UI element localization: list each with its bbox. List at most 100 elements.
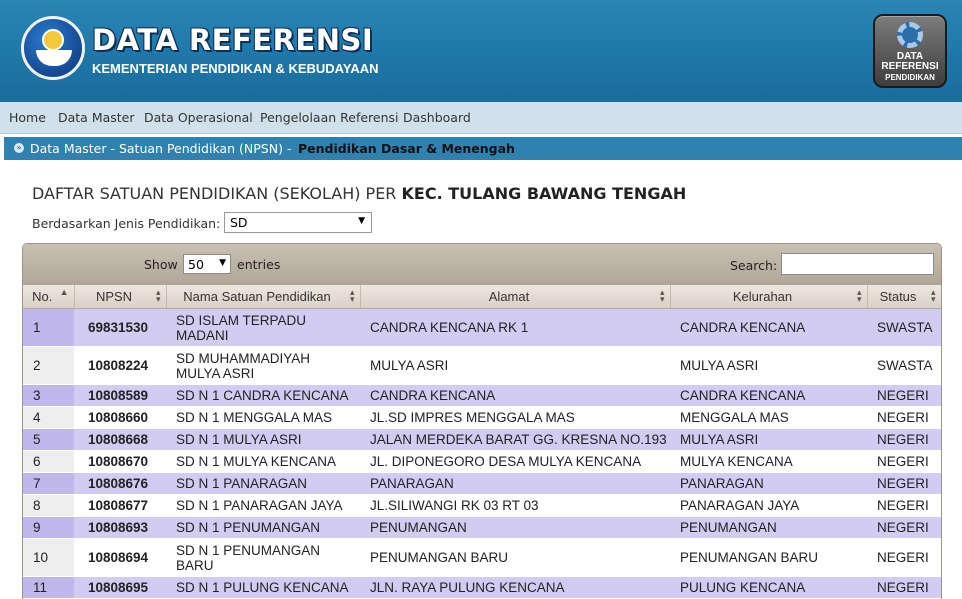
sort-both-icon: ▴ ▾ [155, 287, 161, 304]
table-row[interactable]: 10 10808694 SD N 1 PENUMANGAN BARU PENUM… [23, 538, 941, 577]
table-row[interactable]: 5 10808668 SD N 1 MULYA ASRI JALAN MERDE… [23, 428, 941, 451]
nav-home[interactable]: Home [9, 110, 46, 125]
cell-kelurahan: MULYA KENCANA [670, 450, 867, 473]
cell-status: NEGERI [867, 428, 941, 451]
table-row[interactable]: 3 10808589 SD N 1 CANDRA KENCANA CANDRA … [23, 384, 941, 407]
cell-kelurahan: PULUNG KENCANA [670, 576, 867, 599]
cell-npsn: 10808676 [74, 472, 166, 495]
cell-status: SWASTA [867, 346, 941, 385]
site-subtitle: KEMENTERIAN PENDIDIKAN & KEBUDAYAAN [92, 61, 379, 76]
page-title: DAFTAR SATUAN PENDIDIKAN (SEKOLAH) PER K… [32, 184, 686, 203]
cell-kelurahan: MULYA ASRI [670, 428, 867, 451]
column-header-npsn[interactable]: NPSN ▴ ▾ [74, 285, 167, 309]
cell-no: 9 [23, 516, 74, 539]
cell-nama: SD N 1 PULUNG KENCANA [166, 576, 360, 599]
cell-kelurahan: PANARAGAN JAYA [670, 494, 867, 517]
breadcrumb-current: Pendidikan Dasar & Menengah [298, 141, 515, 156]
sort-both-icon: ▴ ▾ [349, 287, 355, 304]
cell-kelurahan: PANARAGAN [670, 472, 867, 495]
table-row[interactable]: 11 10808695 SD N 1 PULUNG KENCANA JLN. R… [23, 576, 941, 599]
cell-no: 6 [23, 450, 74, 473]
schools-datatable: Show 50 ▼ entries Search: No. ▲ NPSN ▴ ▾ Na… [22, 243, 942, 599]
cell-nama: SD N 1 PENUMANGAN [166, 516, 360, 539]
cell-status: NEGERI [867, 576, 941, 599]
cell-status: NEGERI [867, 450, 941, 473]
entries-length-value: 50 [188, 257, 204, 272]
logo-star-icon [42, 29, 64, 51]
table-row[interactable]: 4 10808660 SD N 1 MENGGALA MAS JL.SD IMP… [23, 406, 941, 429]
nav-pengelolaan-referensi[interactable]: Pengelolaan Referensi [260, 110, 399, 125]
entries-length-select[interactable]: 50 ▼ [183, 254, 231, 274]
site-header: DATA REFERENSI KEMENTERIAN PENDIDIKAN & … [0, 0, 962, 102]
cell-kelurahan: PENUMANGAN [670, 516, 867, 539]
cell-status: NEGERI [867, 406, 941, 429]
cell-no: 10 [23, 538, 74, 577]
cell-kelurahan: CANDRA KENCANA [670, 308, 867, 347]
data-referensi-app-icon[interactable]: DATA REFERENSI PENDIDIKAN [873, 14, 947, 88]
breadcrumb: » Data Master - Satuan Pendidikan (NPSN)… [4, 137, 962, 160]
page-title-prefix: DAFTAR SATUAN PENDIDIKAN (SEKOLAH) PER [32, 184, 397, 203]
column-header-status[interactable]: Status ▴ ▾ [867, 285, 941, 309]
nav-data-operasional[interactable]: Data Operasional [144, 110, 253, 125]
schools-table: No. ▲ NPSN ▴ ▾ Nama Satuan Pendidikan ▴ ▾ Ala… [23, 285, 941, 599]
cell-kelurahan: MENGGALA MAS [670, 406, 867, 429]
filter-label: Berdasarkan Jenis Pendidikan: [32, 216, 221, 231]
column-header-label: NPSN [95, 288, 133, 304]
table-row[interactable]: 1 69831530 SD ISLAM TERPADU MADANI CANDR… [23, 308, 941, 347]
column-header-kelurahan[interactable]: Kelurahan ▴ ▾ [670, 285, 868, 309]
cell-npsn: 10808224 [74, 346, 166, 385]
cell-status: NEGERI [867, 494, 941, 517]
search-label: Search: [730, 258, 778, 273]
cell-npsn: 10808670 [74, 450, 166, 473]
cell-no: 5 [23, 428, 74, 451]
cell-alamat: JL.SILIWANGI RK 03 RT 03 [360, 494, 670, 517]
table-row[interactable]: 9 10808693 SD N 1 PENUMANGAN PENUMANGAN … [23, 516, 941, 539]
table-toolbar: Show 50 ▼ entries Search: [23, 244, 941, 285]
cell-alamat: JL.SD IMPRES MENGGALA MAS [360, 406, 670, 429]
cell-nama: SD N 1 PENUMANGAN BARU [166, 538, 360, 577]
cell-no: 2 [23, 346, 74, 385]
sort-both-icon: ▴ ▾ [659, 287, 665, 304]
cell-nama: SD N 1 MENGGALA MAS [166, 406, 360, 429]
cell-alamat: PANARAGAN [360, 472, 670, 495]
table-row[interactable]: 2 10808224 SD MUHAMMADIYAH MULYA ASRI MU… [23, 346, 941, 385]
cell-no: 1 [23, 308, 74, 347]
breadcrumb-path[interactable]: Data Master - Satuan Pendidikan (NPSN) - [30, 141, 291, 156]
column-header-label: Nama Satuan Pendidikan [183, 288, 331, 304]
nav-data-master[interactable]: Data Master [58, 110, 135, 125]
cell-nama: SD N 1 MULYA KENCANA [166, 450, 360, 473]
table-row[interactable]: 7 10808676 SD N 1 PANARAGAN PANARAGAN PA… [23, 472, 941, 495]
table-row[interactable]: 6 10808670 SD N 1 MULYA KENCANA JL. DIPO… [23, 450, 941, 473]
cell-alamat: MULYA ASRI [360, 346, 670, 385]
sort-asc-icon: ▲ [59, 287, 69, 297]
column-header-no[interactable]: No. ▲ [23, 285, 75, 309]
nav-dashboard[interactable]: Dashboard [403, 110, 471, 125]
jenis-pendidikan-select[interactable]: SD ▼ [224, 212, 372, 233]
app-icon-label-2: REFERENSI [881, 61, 939, 72]
search-input[interactable] [781, 253, 934, 275]
cell-npsn: 10808694 [74, 538, 166, 577]
gear-icon [897, 22, 923, 48]
cell-npsn: 69831530 [74, 308, 166, 347]
column-header-alamat[interactable]: Alamat ▴ ▾ [360, 285, 671, 309]
cell-alamat: JALAN MERDEKA BARAT GG. KRESNA NO.193 [360, 428, 670, 451]
cell-no: 3 [23, 384, 74, 407]
cell-no: 8 [23, 494, 74, 517]
cell-nama: SD N 1 PANARAGAN JAYA [166, 494, 360, 517]
app-icon-label-3: PENDIDIKAN [885, 73, 935, 82]
site-title: DATA REFERENSI [92, 23, 374, 57]
cell-alamat: JL. DIPONEGORO DESA MULYA KENCANA [360, 450, 670, 473]
cell-no: 11 [23, 576, 74, 599]
table-row[interactable]: 8 10808677 SD N 1 PANARAGAN JAYA JL.SILI… [23, 494, 941, 517]
cell-npsn: 10808693 [74, 516, 166, 539]
main-nav: Home Data Master Data Operasional Pengel… [0, 102, 962, 134]
sort-both-icon: ▴ ▾ [856, 287, 862, 304]
cell-alamat: CANDRA KENCANA RK 1 [360, 308, 670, 347]
entries-label: entries [237, 257, 281, 272]
cell-status: NEGERI [867, 384, 941, 407]
cell-kelurahan: CANDRA KENCANA [670, 384, 867, 407]
cell-status: SWASTA [867, 308, 941, 347]
column-header-nama[interactable]: Nama Satuan Pendidikan ▴ ▾ [166, 285, 361, 309]
cell-no: 7 [23, 472, 74, 495]
cell-nama: SD N 1 PANARAGAN [166, 472, 360, 495]
